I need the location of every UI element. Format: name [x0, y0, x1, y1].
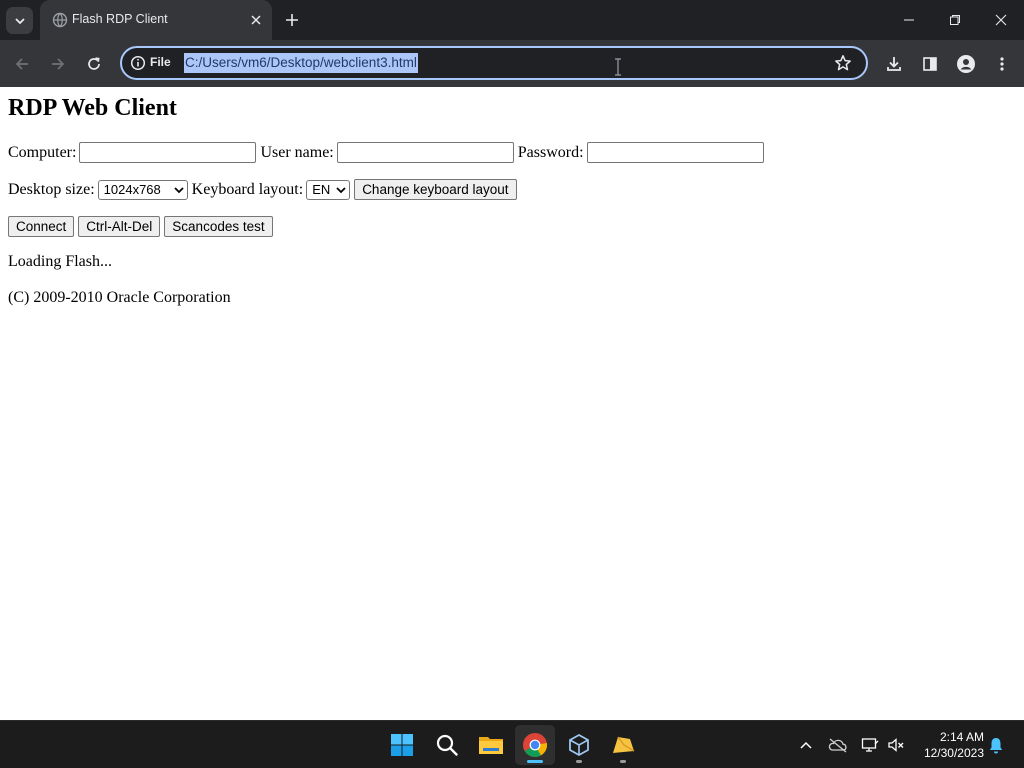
password-label: Password:: [517, 143, 584, 161]
globe-icon: [52, 12, 68, 28]
search-icon: [436, 734, 458, 756]
back-button[interactable]: [9, 51, 35, 77]
profile-button[interactable]: [953, 51, 979, 77]
keyboard-layout-label: Keyboard layout:: [191, 180, 304, 198]
address-scheme-label: File: [150, 55, 171, 69]
reload-icon: [88, 57, 100, 70]
file-explorer-button[interactable]: [471, 725, 511, 765]
app-taskbar-button[interactable]: [603, 725, 643, 765]
menu-button[interactable]: [989, 51, 1015, 77]
cloud-offline-icon: [828, 738, 847, 753]
close-window-button[interactable]: [978, 0, 1024, 40]
chevron-down-icon: [14, 17, 25, 24]
plus-icon: [286, 14, 298, 26]
chevron-down-icon: [336, 186, 346, 193]
running-app-indicator: [620, 760, 626, 763]
search-button[interactable]: [427, 725, 467, 765]
desktop-size-select[interactable]: 1024x768: [97, 179, 188, 200]
address-bar[interactable]: File C:/Users/vm6/Desktop/webclient3.htm…: [120, 46, 868, 80]
file-explorer-icon: [479, 737, 503, 754]
page-content: RDP Web Client Computer: User name: Pass…: [0, 87, 1024, 720]
clock-date: 12/30/2023: [923, 746, 984, 760]
tab-close-button[interactable]: [248, 12, 264, 28]
reload-button[interactable]: [81, 51, 107, 77]
keyboard-layout-select[interactable]: EN: [306, 179, 351, 200]
clock-time: 2:14 AM: [939, 730, 984, 744]
taskbar: 2:14 AM 12/30/2023: [0, 720, 1024, 768]
notifications-button[interactable]: [986, 735, 1006, 755]
restore-button[interactable]: [932, 0, 978, 40]
running-app-indicator: [576, 760, 582, 763]
virtualbox-icon: [569, 733, 589, 757]
arrow-left-icon: [15, 58, 28, 70]
close-icon: [251, 15, 261, 25]
text-cursor-icon: [615, 58, 621, 76]
browser-tab-strip: Flash RDP Client: [0, 0, 1024, 40]
ctrl-alt-del-button[interactable]: Ctrl-Alt-Del: [78, 216, 161, 237]
desktop-size-value: 1024x768: [103, 182, 161, 197]
desktop-size-label: Desktop size:: [8, 180, 95, 198]
profile-icon: [957, 55, 975, 73]
keyboard-layout-value: EN: [312, 182, 331, 197]
address-url-text[interactable]: C:/Users/vm6/Desktop/webclient3.html: [184, 53, 418, 73]
download-icon: [887, 57, 901, 71]
side-panel-button[interactable]: [917, 51, 943, 77]
settings-row: Desktop size: 1024x768 Keyboard layout: …: [8, 179, 517, 200]
chrome-icon: [523, 733, 548, 757]
arrow-right-icon: [52, 58, 65, 70]
copyright-text: (C) 2009-2010 Oracle Corporation: [8, 289, 231, 306]
taskbar-clock[interactable]: 2:14 AM 12/30/2023: [914, 729, 984, 761]
bell-icon: [989, 738, 1003, 754]
status-text: Loading Flash...: [8, 253, 112, 270]
page-title: RDP Web Client: [8, 95, 177, 121]
active-app-indicator: [527, 760, 543, 763]
virtualbox-button[interactable]: [559, 725, 599, 765]
start-button[interactable]: [382, 725, 422, 765]
new-tab-button[interactable]: [282, 10, 302, 30]
volume-muted-icon: [888, 738, 904, 752]
tab-title: Flash RDP Client: [72, 12, 168, 26]
scancodes-test-button[interactable]: Scancodes test: [164, 216, 273, 237]
minimize-icon: [904, 19, 914, 21]
onedrive-tray-button[interactable]: [828, 735, 848, 755]
computer-label: Computer:: [8, 143, 77, 161]
browser-tab-active[interactable]: Flash RDP Client: [40, 0, 272, 40]
username-label: User name:: [260, 143, 334, 161]
tab-search-button[interactable]: [6, 7, 33, 34]
network-tray-button[interactable]: [860, 735, 880, 755]
side-panel-icon: [923, 57, 937, 71]
change-keyboard-layout-button[interactable]: Change keyboard layout: [354, 179, 517, 200]
password-input[interactable]: [586, 142, 764, 163]
network-icon: [861, 738, 879, 752]
downloads-button[interactable]: [881, 51, 907, 77]
show-hidden-icons-button[interactable]: [796, 735, 816, 755]
login-row: Computer: User name: Password:: [8, 142, 764, 163]
star-icon[interactable]: [834, 54, 852, 72]
app-icon: [613, 736, 635, 753]
connect-button[interactable]: Connect: [8, 216, 75, 237]
computer-input[interactable]: [79, 142, 257, 163]
restore-icon: [950, 15, 960, 25]
info-icon[interactable]: [130, 55, 146, 71]
start-icon: [391, 734, 413, 756]
more-vertical-icon: [1000, 57, 1004, 71]
close-icon: [995, 14, 1007, 26]
minimize-button[interactable]: [886, 0, 932, 40]
forward-button[interactable]: [45, 51, 71, 77]
chevron-down-icon: [174, 186, 184, 193]
chevron-up-icon: [800, 741, 812, 749]
browser-toolbar: File C:/Users/vm6/Desktop/webclient3.htm…: [0, 40, 1024, 87]
action-row: Connect Ctrl-Alt-Del Scancodes test: [8, 216, 273, 237]
chrome-taskbar-button[interactable]: [515, 725, 555, 765]
username-input[interactable]: [336, 142, 514, 163]
volume-tray-button[interactable]: [886, 735, 906, 755]
